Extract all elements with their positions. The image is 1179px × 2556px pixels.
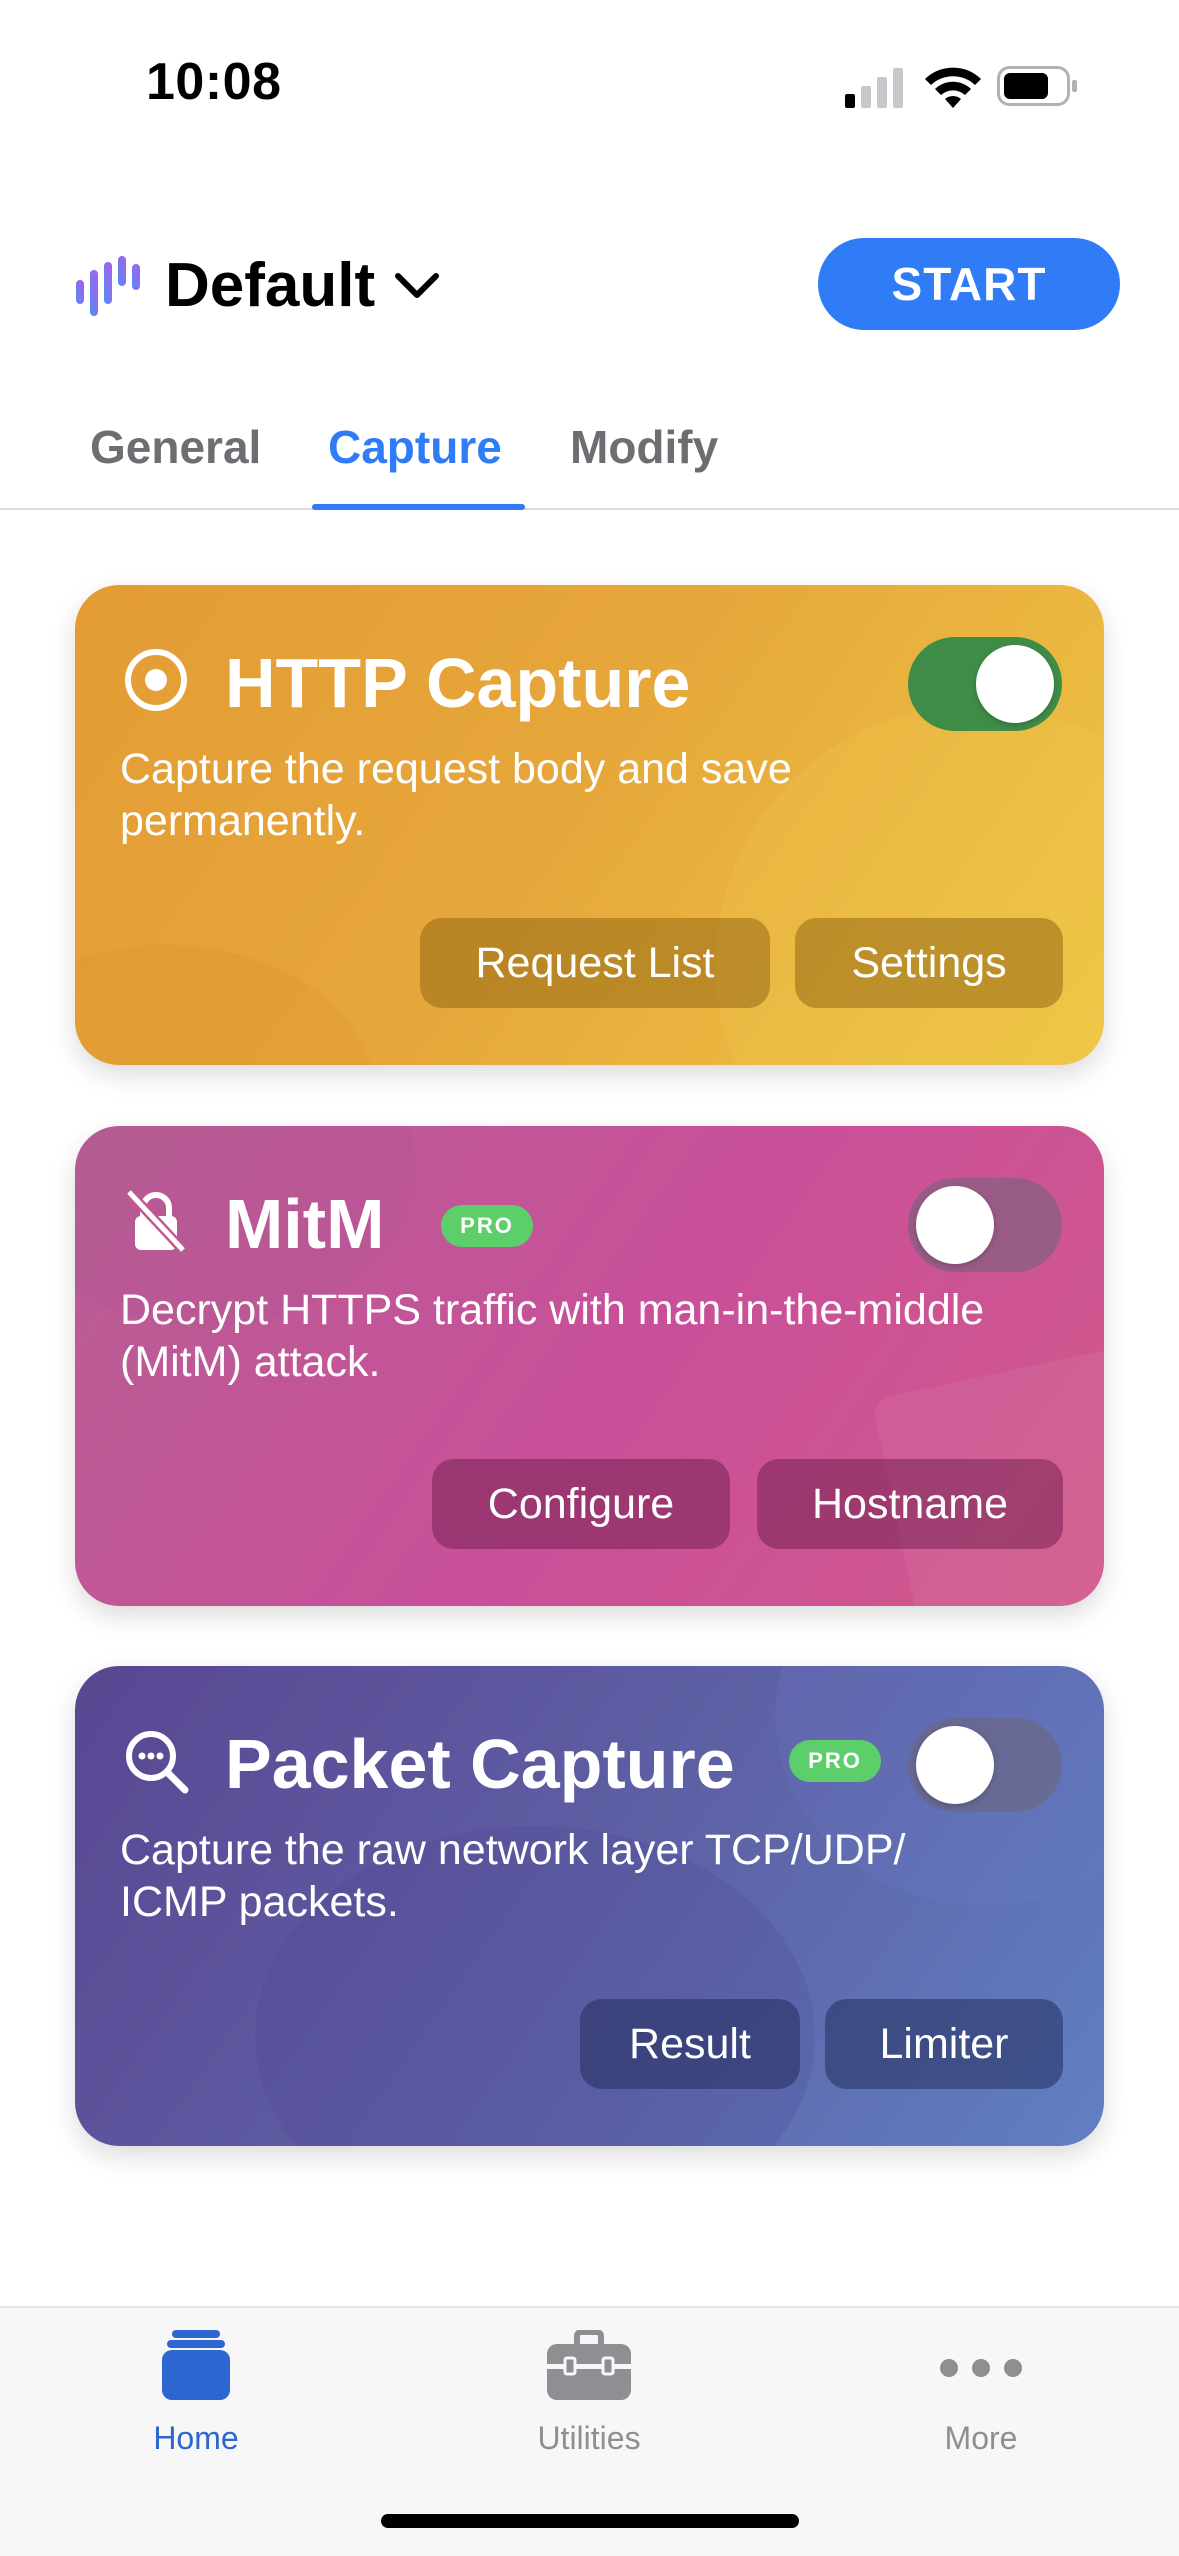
- lock-slash-icon: [125, 1188, 187, 1254]
- chevron-down-icon[interactable]: [392, 266, 442, 306]
- configure-button[interactable]: Configure: [432, 1459, 730, 1549]
- card-description: Capture the request body and save perman…: [120, 745, 792, 845]
- card-title: Packet Capture: [225, 1725, 735, 1803]
- tabbar-item-home[interactable]: Home: [96, 2308, 296, 2468]
- target-icon: [125, 649, 187, 711]
- mitm-toggle[interactable]: [908, 1178, 1062, 1272]
- settings-button[interactable]: Settings: [795, 918, 1063, 1008]
- ellipsis-icon: [940, 2359, 1022, 2377]
- packet-capture-toggle[interactable]: [908, 1718, 1062, 1812]
- battery-icon: [997, 66, 1077, 106]
- home-indicator: [381, 2514, 799, 2528]
- magnifier-dots-icon: [126, 1731, 189, 1794]
- tab-active-indicator: [312, 504, 525, 510]
- header: Default START: [0, 230, 1179, 340]
- card-title: HTTP Capture: [225, 644, 691, 722]
- home-stack-icon: [162, 2330, 230, 2400]
- toggle-knob: [916, 1186, 994, 1264]
- start-button[interactable]: START: [818, 238, 1120, 330]
- wifi-icon: [925, 67, 981, 108]
- card-description: Decrypt HTTPS traffic with man-in-the-mi…: [120, 1286, 985, 1386]
- status-time: 10:08: [146, 53, 282, 111]
- result-button[interactable]: Result: [580, 1999, 800, 2089]
- mitm-card: MitM PRO Decrypt HTTPS traffic with man-…: [75, 1126, 1104, 1606]
- http-capture-toggle[interactable]: [908, 637, 1062, 731]
- tab-capture[interactable]: Capture: [328, 420, 502, 474]
- tab-general[interactable]: General: [90, 420, 261, 474]
- toggle-knob: [916, 1726, 994, 1804]
- card-decoration: [75, 945, 375, 1065]
- packet-capture-card: Packet Capture PRO Capture the raw netwo…: [75, 1666, 1104, 2146]
- profile-name[interactable]: Default: [165, 250, 375, 321]
- request-list-button[interactable]: Request List: [420, 918, 770, 1008]
- tabbar-item-utilities[interactable]: Utilities: [489, 2308, 689, 2468]
- http-capture-card: HTTP Capture Capture the request body an…: [75, 585, 1104, 1065]
- tabbar-label: Home: [153, 2420, 239, 2456]
- tabbar-item-more[interactable]: More: [881, 2308, 1081, 2468]
- segment-tabs: General Capture Modify: [0, 400, 1179, 510]
- pro-badge: PRO: [441, 1205, 533, 1247]
- pro-badge: PRO: [789, 1740, 881, 1782]
- card-title: MitM: [225, 1185, 385, 1263]
- audio-bars-logo-icon: [76, 256, 140, 316]
- tabbar-label: Utilities: [537, 2420, 641, 2456]
- toggle-knob: [976, 645, 1054, 723]
- hostname-button[interactable]: Hostname: [757, 1459, 1063, 1549]
- limiter-button[interactable]: Limiter: [825, 1999, 1063, 2089]
- toolbox-icon: [547, 2330, 631, 2400]
- status-bar: 10:08: [0, 0, 1179, 170]
- tab-modify[interactable]: Modify: [570, 420, 718, 474]
- card-description: Capture the raw network layer TCP/UDP/ I…: [120, 1826, 906, 1926]
- tabbar-label: More: [944, 2420, 1018, 2456]
- cellular-signal-icon: [845, 68, 903, 108]
